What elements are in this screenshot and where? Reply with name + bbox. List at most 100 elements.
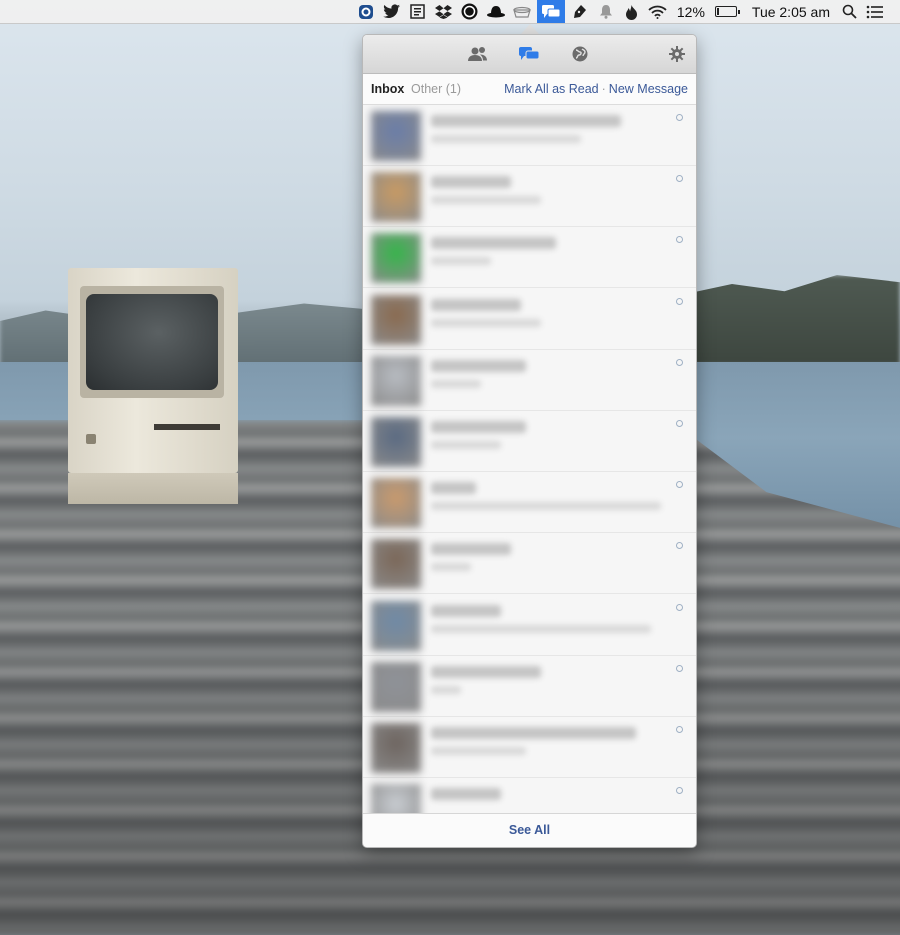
mark-read-toggle[interactable] — [676, 175, 683, 183]
conversation-snippet-redacted — [431, 379, 481, 388]
mark-all-read-link[interactable]: Mark All as Read — [504, 82, 598, 96]
conversation-row[interactable] — [363, 289, 696, 350]
popover-arrow — [521, 24, 539, 34]
facebook-messages-popover: Inbox Other (1) Mark All as Read · New Mes… — [362, 34, 697, 848]
circle-app-icon[interactable] — [459, 0, 481, 23]
conversation-row[interactable] — [363, 166, 696, 228]
battery-tip — [737, 9, 740, 14]
gear-icon[interactable] — [666, 44, 688, 64]
mark-read-toggle[interactable] — [676, 114, 683, 121]
notification-bell-icon[interactable] — [595, 0, 617, 23]
bowler-hat-icon[interactable] — [485, 0, 507, 23]
battery-fill — [716, 8, 719, 15]
popover-toolbar — [363, 35, 696, 74]
conversation-row[interactable] — [363, 105, 696, 166]
mark-read-toggle[interactable] — [676, 542, 683, 550]
avatar — [371, 661, 421, 712]
conversation-row[interactable] — [363, 411, 696, 472]
conversation-snippet-redacted — [431, 196, 541, 205]
tab-inbox[interactable]: Inbox — [371, 82, 404, 96]
conversation-name-redacted — [431, 176, 511, 189]
mark-read-toggle[interactable] — [676, 664, 683, 672]
avatar — [371, 417, 421, 467]
conversation-name-redacted — [431, 604, 501, 617]
conversation-row[interactable] — [363, 533, 696, 595]
mark-read-toggle[interactable] — [676, 420, 683, 427]
conversation-snippet-redacted — [431, 257, 491, 266]
notification-center-icon[interactable] — [864, 0, 886, 23]
twitter-icon[interactable] — [381, 0, 403, 23]
mac-logo — [86, 434, 96, 444]
conversation-snippet-redacted — [431, 441, 501, 449]
actions-separator: · — [601, 82, 606, 96]
dropbox-icon[interactable] — [433, 0, 455, 23]
conversation-name-redacted — [431, 543, 511, 556]
flame-icon[interactable] — [621, 0, 643, 23]
pen-icon[interactable] — [569, 0, 591, 23]
conversation-row[interactable] — [363, 656, 696, 717]
avatar — [371, 294, 421, 345]
conversation-row[interactable] — [363, 350, 696, 411]
ring-app-icon[interactable] — [355, 0, 377, 23]
conversation-name-redacted — [431, 727, 636, 739]
menubar-clock[interactable]: Tue 2:05 am — [752, 4, 830, 20]
conversation-snippet-redacted — [431, 563, 471, 572]
see-all-link[interactable]: See All — [363, 813, 696, 847]
conversation-snippet-redacted — [431, 502, 661, 511]
conversation-name-redacted — [431, 665, 541, 678]
reader-icon[interactable] — [407, 0, 429, 23]
mark-read-toggle[interactable] — [676, 726, 683, 733]
avatar — [371, 355, 421, 406]
conversation-name-redacted — [431, 115, 621, 127]
mac-screen — [86, 294, 218, 390]
mark-read-toggle[interactable] — [676, 481, 683, 489]
spotlight-search-icon[interactable] — [838, 0, 860, 23]
conversation-snippet-redacted — [431, 685, 461, 694]
mark-read-toggle[interactable] — [676, 787, 683, 795]
conversation-list[interactable] — [363, 105, 696, 813]
conversation-name-redacted — [431, 298, 521, 311]
conversation-row[interactable] — [363, 717, 696, 778]
conversation-snippet-redacted — [431, 318, 541, 327]
new-message-link[interactable]: New Message — [609, 82, 688, 96]
avatar — [371, 784, 421, 813]
conversation-row[interactable] — [363, 595, 696, 656]
tab-other[interactable]: Other (1) — [411, 82, 461, 96]
battery-icon[interactable] — [714, 6, 740, 17]
conversation-row[interactable] — [363, 227, 696, 289]
avatar — [371, 233, 421, 284]
conversation-name-redacted — [431, 421, 526, 433]
avatar — [371, 478, 421, 529]
conversation-snippet-redacted — [431, 624, 651, 633]
tab-other-label: Other — [411, 82, 443, 96]
wallpaper-hills-right — [690, 275, 900, 365]
menu-bar: 12% Tue 2:05 am — [0, 0, 900, 24]
conversation-name-redacted — [431, 788, 501, 801]
inbox-subheader: Inbox Other (1) Mark All as Read · New Mes… — [363, 74, 696, 105]
battery-percent: 12% — [676, 3, 705, 20]
avatar — [371, 539, 421, 590]
avatar — [371, 600, 421, 651]
mac-base — [68, 473, 238, 504]
conversation-name-redacted — [431, 237, 556, 250]
mark-read-toggle[interactable] — [676, 358, 683, 366]
conversation-row[interactable] — [363, 778, 696, 813]
battery-shell — [714, 6, 737, 17]
mac-floppy-slot — [154, 424, 220, 430]
conversation-row[interactable] — [363, 472, 696, 534]
mark-read-toggle[interactable] — [676, 236, 683, 244]
mark-read-toggle[interactable] — [676, 603, 683, 611]
wallpaper-macintosh — [68, 268, 238, 504]
wifi-icon[interactable] — [647, 0, 669, 23]
avatar — [371, 172, 421, 223]
cloud-app-icon[interactable] — [511, 0, 533, 23]
tab-other-count: (1) — [445, 82, 462, 96]
avatar — [371, 723, 421, 773]
mark-read-toggle[interactable] — [676, 297, 683, 305]
conversation-snippet-redacted — [431, 747, 526, 755]
friends-icon[interactable] — [467, 44, 489, 64]
globe-icon[interactable] — [569, 44, 591, 64]
messages-icon[interactable] — [518, 44, 540, 64]
facebook-messages-icon[interactable] — [536, 0, 565, 23]
conversation-name-redacted — [431, 359, 526, 372]
